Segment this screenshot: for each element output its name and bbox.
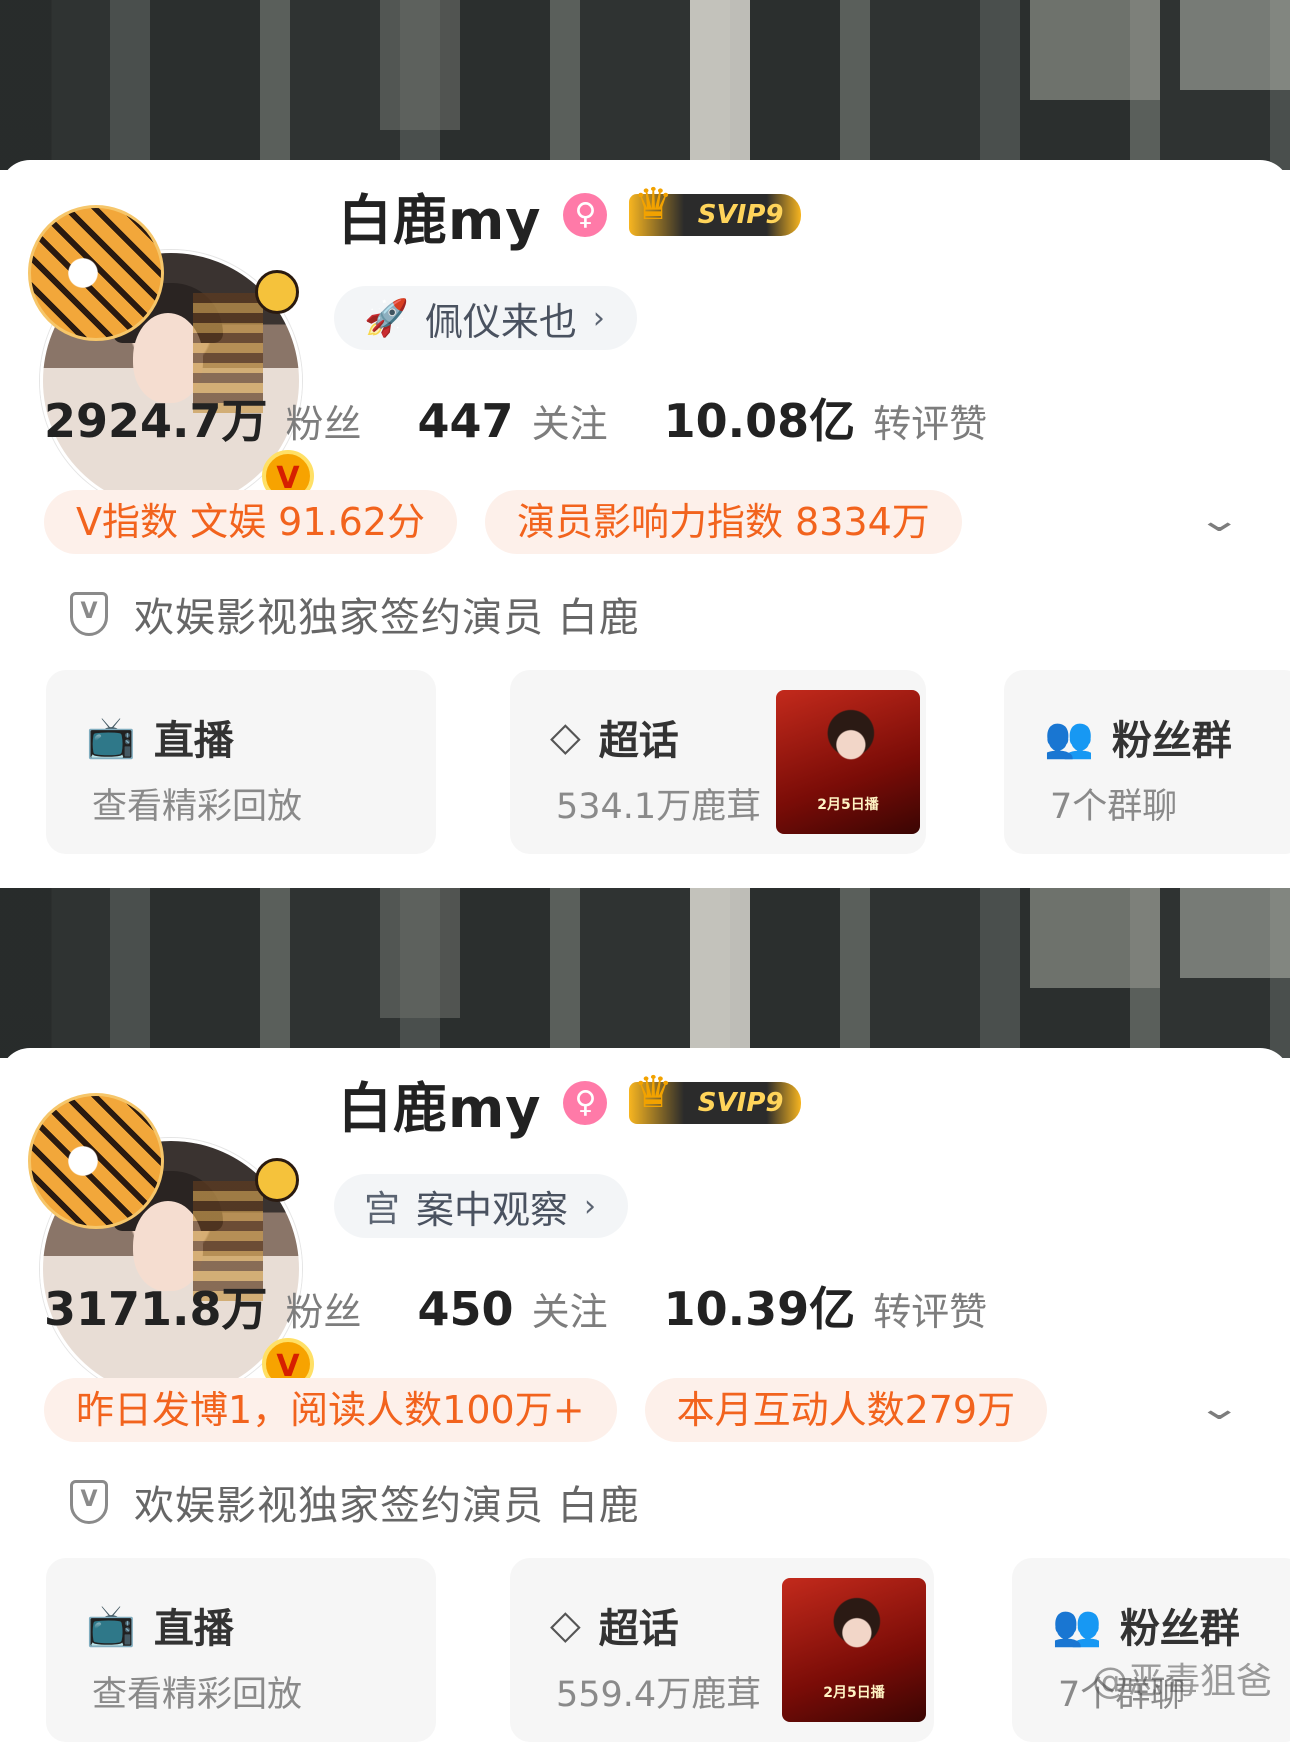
poster-caption: 2月5日播	[823, 1685, 885, 1701]
live-tile[interactable]: 📺 直播 查看精彩回放	[46, 1558, 436, 1742]
profile-panel-1: V 白鹿my ♀ SVIP9 🚀 佩仪来也 › 2924.7万 粉丝 447 关…	[0, 0, 1290, 868]
activity-chip[interactable]: 昨日发博1，阅读人数100万+	[44, 1378, 617, 1442]
panel-divider	[0, 868, 1290, 888]
tile-subtitle: 查看精彩回放	[92, 787, 303, 827]
verification-text: 欢娱影视独家签约演员 白鹿	[134, 595, 640, 641]
title-tag-pill[interactable]: 🚀 佩仪来也 ›	[334, 286, 637, 350]
stat-value: 3171.8万	[44, 1282, 268, 1336]
rocket-icon: 🚀	[364, 298, 409, 339]
chevron-right-icon: ›	[592, 300, 605, 336]
stat-value: 10.08亿	[663, 394, 856, 448]
avatar[interactable]: V	[28, 205, 314, 512]
super-topic-tile[interactable]: ◇ 超话 534.1万鹿茸 2月5日播	[510, 670, 926, 854]
tile-title: 直播	[153, 1606, 234, 1652]
moon-decoration-icon	[255, 270, 299, 314]
stat-label: 转评赞	[873, 402, 988, 446]
stat-followers[interactable]: 2924.7万 粉丝	[44, 385, 362, 451]
user-name: 白鹿my	[338, 188, 542, 252]
stat-interactions[interactable]: 10.39亿 转评赞	[664, 1273, 988, 1339]
tile-title: 超话	[598, 718, 679, 764]
weibo-watermark: @恶毒狙爸	[1091, 1661, 1272, 1702]
stats-row: 2924.7万 粉丝 447 关注 10.08亿 转评赞	[44, 385, 1043, 455]
female-gender-icon: ♀	[563, 1081, 608, 1125]
stat-value: 450	[417, 1282, 514, 1336]
profile-banner[interactable]	[0, 888, 1290, 1058]
svip-badge[interactable]: SVIP9	[629, 1072, 802, 1124]
diamond-icon: ◇	[550, 714, 581, 760]
super-topic-tile[interactable]: ◇ 超话 559.4万鹿茸 2月5日播	[510, 1558, 934, 1742]
tv-icon: 📺	[86, 714, 136, 761]
title-tag-label: 佩仪来也	[424, 299, 577, 344]
name-row: 白鹿my ♀ SVIP9	[338, 1068, 802, 1140]
moon-decoration-icon	[255, 1158, 299, 1202]
tiger-pendant-icon	[28, 205, 164, 341]
tiger-pendant-icon	[28, 1093, 164, 1229]
fan-group-tile[interactable]: 👥 粉丝群 7个群聊	[1004, 670, 1290, 854]
index-chips: V指数 文娱 91.62分 演员影响力指数 8334万	[44, 490, 962, 554]
tile-title: 粉丝群	[1111, 718, 1232, 764]
stat-label: 转评赞	[873, 1290, 988, 1334]
chevron-down-icon[interactable]: ⌄	[1196, 1388, 1242, 1428]
drama-poster-image[interactable]: 2月5日播	[782, 1578, 926, 1722]
title-tag-pill[interactable]: 宫 案中观察 ›	[334, 1174, 629, 1238]
chevron-right-icon: ›	[584, 1188, 597, 1224]
stat-interactions[interactable]: 10.08亿 转评赞	[664, 385, 988, 451]
tile-subtitle: 7个群聊	[1050, 787, 1178, 827]
verification-row: V 欢娱影视独家签约演员 白鹿	[70, 1473, 640, 1531]
profile-card: V 白鹿my ♀ SVIP9 🚀 佩仪来也 › 2924.7万 粉丝 447 关…	[0, 160, 1290, 868]
tv-icon: 📺	[86, 1602, 136, 1649]
fan-group-tile[interactable]: 👥 粉丝群 7个群聊	[1012, 1558, 1290, 1742]
shield-icon: V	[70, 592, 108, 636]
stats-row: 3171.8万 粉丝 450 关注 10.39亿 转评赞	[44, 1273, 1043, 1343]
index-chip[interactable]: V指数 文娱 91.62分	[44, 490, 457, 554]
stat-following[interactable]: 450 关注	[418, 1281, 608, 1336]
shield-icon: V	[70, 1480, 108, 1524]
stat-followers[interactable]: 3171.8万 粉丝	[44, 1273, 362, 1339]
user-name: 白鹿my	[338, 1076, 542, 1140]
profile-panel-2: V 白鹿my ♀ SVIP9 宫 案中观察 › 3171.8万 粉丝 450 关…	[0, 888, 1290, 1756]
palace-icon: 宫	[364, 1189, 401, 1230]
stat-label: 粉丝	[285, 402, 362, 446]
diamond-icon: ◇	[550, 1602, 581, 1648]
stat-label: 粉丝	[285, 1290, 362, 1334]
chevron-down-icon[interactable]: ⌄	[1196, 500, 1242, 540]
female-gender-icon: ♀	[563, 193, 608, 237]
stat-value: 10.39亿	[663, 1282, 856, 1336]
stat-value: 447	[417, 394, 514, 448]
title-tag-label: 案中观察	[416, 1187, 569, 1232]
profile-banner[interactable]	[0, 0, 1290, 170]
tile-title: 直播	[153, 718, 234, 764]
verification-text: 欢娱影视独家签约演员 白鹿	[134, 1483, 640, 1529]
tile-title: 粉丝群	[1119, 1606, 1240, 1652]
verification-row: V 欢娱影视独家签约演员 白鹿	[70, 585, 640, 643]
index-chip[interactable]: 演员影响力指数 8334万	[484, 490, 962, 554]
stat-following[interactable]: 447 关注	[418, 393, 608, 448]
tile-subtitle: 534.1万鹿茸	[556, 787, 762, 827]
group-users-icon: 👥	[1052, 1602, 1102, 1649]
group-users-icon: 👥	[1044, 714, 1094, 761]
tile-subtitle: 查看精彩回放	[92, 1675, 303, 1715]
stat-label: 关注	[531, 402, 608, 446]
activity-chip[interactable]: 本月互动人数279万	[644, 1378, 1048, 1442]
tile-subtitle: 559.4万鹿茸	[556, 1675, 762, 1715]
profile-card: V 白鹿my ♀ SVIP9 宫 案中观察 › 3171.8万 粉丝 450 关…	[0, 1048, 1290, 1756]
avatar[interactable]: V	[28, 1093, 314, 1400]
live-tile[interactable]: 📺 直播 查看精彩回放	[46, 670, 436, 854]
stat-label: 关注	[531, 1290, 608, 1334]
tile-title: 超话	[598, 1606, 679, 1652]
svip-badge[interactable]: SVIP9	[629, 184, 802, 236]
stat-value: 2924.7万	[44, 394, 268, 448]
name-row: 白鹿my ♀ SVIP9	[338, 180, 802, 252]
drama-poster-image[interactable]: 2月5日播	[776, 690, 920, 834]
activity-chips: 昨日发博1，阅读人数100万+ 本月互动人数279万	[44, 1378, 1048, 1442]
poster-caption: 2月5日播	[817, 797, 879, 813]
